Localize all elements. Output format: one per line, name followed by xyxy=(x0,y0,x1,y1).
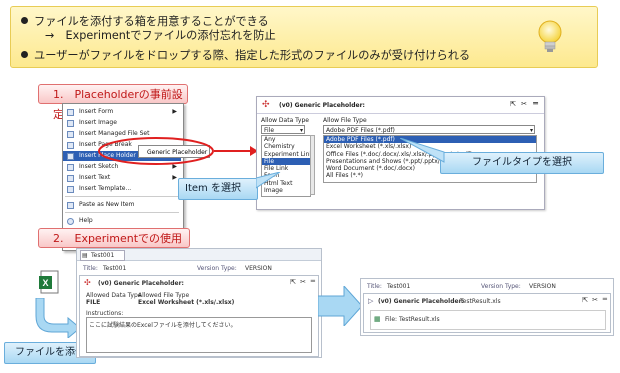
panel-title: (v0) Generic Placeholder: xyxy=(378,298,464,305)
section-2-label: 2. Experimentでの使用 xyxy=(38,228,190,248)
list-item-selected[interactable]: File xyxy=(262,157,310,166)
placeholder-icon: ✣ xyxy=(84,278,91,287)
instructions-text: ここに試験結果のExcelファイルを添付してください。 xyxy=(89,322,237,329)
panel-title: (v0) Generic Placeholder: xyxy=(98,280,184,287)
data-type-select[interactable]: File ▾ xyxy=(261,125,305,134)
placeholder-icon: ✣ xyxy=(262,100,270,110)
chevron-down-icon: ▾ xyxy=(529,127,533,134)
flow-arrow-icon xyxy=(318,286,362,326)
experiment-window-right: Title: Test001 Version Type: VERSION ▷ (… xyxy=(360,278,614,336)
svg-text:X: X xyxy=(42,278,48,288)
version-value: VERSION xyxy=(245,265,272,272)
instructions-box[interactable]: ここに試験結果のExcelファイルを添付してください。 xyxy=(86,317,312,353)
scrollbar[interactable] xyxy=(310,135,315,195)
document-icon: ▤ xyxy=(82,252,88,259)
callout-item: Item を選択 xyxy=(178,178,258,200)
excel-file-icon: X xyxy=(39,270,59,294)
panel-file: TestResult.xls xyxy=(460,298,501,305)
version-label: Version Type: xyxy=(197,265,237,272)
data-type-value: FILE xyxy=(86,299,101,306)
experiment-window-left: ▤ Test001 Title: Test001 Version Type: V… xyxy=(76,248,322,358)
excel-file-icon: ▦ xyxy=(374,315,381,323)
list-item[interactable]: Chemistry xyxy=(262,143,310,150)
file-row[interactable]: ▦ File: TestResult.xls xyxy=(370,310,606,330)
export-icon[interactable]: ⇱ xyxy=(582,296,588,304)
export-icon[interactable]: ⇱ xyxy=(510,100,516,108)
allowed-file-type-label: Allowed File Type xyxy=(138,292,190,299)
dialog-title: (v0) Generic Placeholder: xyxy=(279,102,365,109)
file-type-label: Allow File Type xyxy=(323,117,367,124)
callout-pointer xyxy=(400,138,445,163)
placeholder-panel: ✣ (v0) Generic Placeholder: ⇱ ✂ ═ Allowe… xyxy=(79,275,319,357)
dialog-header: ✣ (v0) Generic Placeholder: ⇱ ✂ ═ xyxy=(257,97,544,114)
tools-icon[interactable]: ✂ xyxy=(300,278,306,286)
export-icon[interactable]: ⇱ xyxy=(290,278,296,286)
title-value: Test001 xyxy=(103,265,127,272)
file-type-select[interactable]: Adobe PDF Files (*.pdf) ▾ xyxy=(323,125,535,134)
tools-icon[interactable]: ✂ xyxy=(592,296,598,304)
minimize-icon[interactable]: ═ xyxy=(603,295,607,303)
minimize-icon[interactable]: ═ xyxy=(533,99,538,108)
file-type-value: Excel Worksheet (*.xls/.xlsx) xyxy=(138,299,235,306)
version-value: VERSION xyxy=(529,283,556,290)
tab-test001[interactable]: ▤ Test001 xyxy=(80,250,126,261)
callout-pointer xyxy=(256,172,281,189)
tools-icon[interactable]: ✂ xyxy=(521,100,527,108)
allowed-data-type-label: Allowed Data Type xyxy=(86,292,142,299)
highlight-ellipse xyxy=(98,137,214,165)
data-type-label: Allow Data Type xyxy=(261,117,309,124)
chevron-down-icon: ▾ xyxy=(299,127,303,134)
minimize-icon[interactable]: ═ xyxy=(311,277,315,285)
collapse-icon[interactable]: ▷ xyxy=(368,297,373,305)
placeholder-panel: ▷ (v0) Generic Placeholder: TestResult.x… xyxy=(363,293,611,333)
instructions-label: Instructions: xyxy=(86,310,124,317)
version-label: Version Type: xyxy=(481,283,521,290)
title-label: Title: xyxy=(367,283,382,290)
list-item[interactable]: Any xyxy=(262,136,310,143)
tab-bar: ▤ Test001 xyxy=(77,249,321,261)
list-item[interactable]: Experiment Link xyxy=(262,151,310,158)
callout-file-type: ファイルタイプを選択 xyxy=(440,152,604,174)
title-label: Title: xyxy=(83,265,98,272)
title-value: Test001 xyxy=(387,283,411,290)
file-label: File: TestResult.xls xyxy=(385,316,440,323)
